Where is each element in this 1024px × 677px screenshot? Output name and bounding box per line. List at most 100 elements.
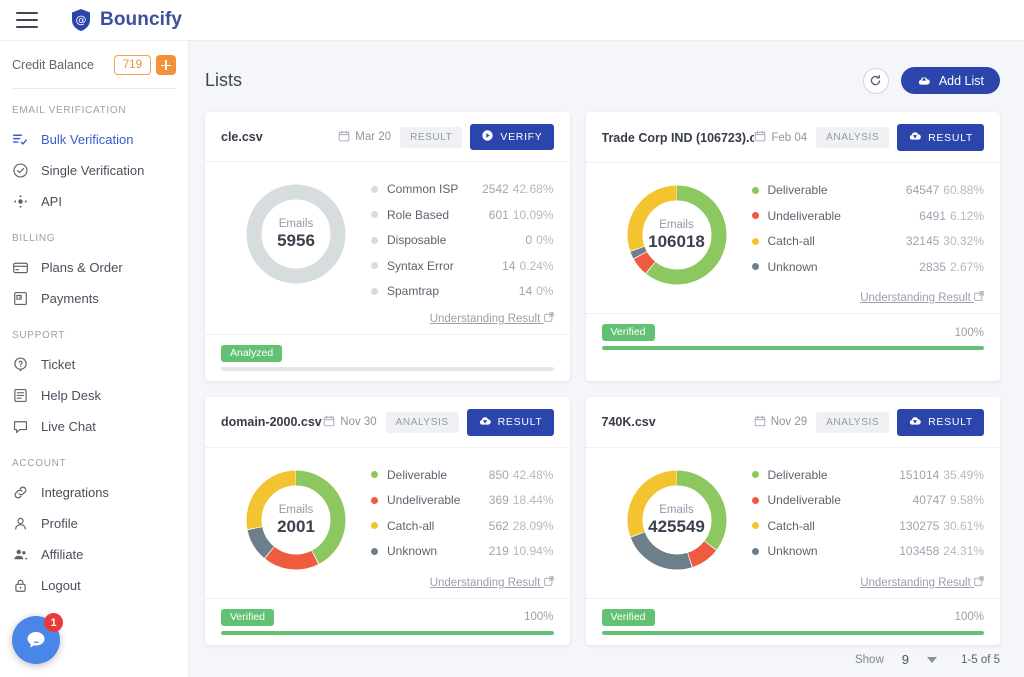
add-list-label: Add List [938, 73, 984, 88]
card-primary-action-label: RESULT [928, 416, 973, 428]
legend-label: Unknown [767, 259, 818, 274]
legend-row: Unknown 2835 2.67% [751, 259, 984, 274]
live-chat-widget-button[interactable]: 1 [12, 613, 63, 664]
legend-color-dot [751, 471, 759, 478]
question-balloon-icon [12, 356, 29, 373]
understanding-result-label: Understanding Result [860, 292, 971, 304]
card-secondary-action[interactable]: ANALYSIS [816, 127, 890, 148]
legend-count: 562 [488, 518, 509, 533]
progress-fill [601, 630, 984, 635]
hamburger-icon[interactable] [16, 12, 38, 28]
card-primary-action[interactable]: RESULT [466, 408, 554, 436]
chevron-down-icon[interactable] [927, 656, 937, 663]
status-badge: Verified [601, 324, 655, 341]
legend-color-dot [371, 547, 378, 555]
understanding-result-link[interactable]: Understanding Result [602, 574, 985, 598]
sidebar-item-logout[interactable]: Logout [0, 570, 188, 601]
card-secondary-action[interactable]: ANALYSIS [385, 411, 459, 433]
legend-color-dot [371, 496, 378, 504]
legend-percent: 42.68% [512, 182, 554, 196]
legend-color-dot [371, 471, 378, 478]
legend-label: Catch-all [387, 518, 435, 533]
understanding-result-link[interactable]: Understanding Result [221, 310, 554, 334]
sidebar-item-label: Integrations [41, 485, 109, 500]
list-card: domain-2000.csv Nov 30 ANALYSIS RESULT Email… [205, 396, 570, 645]
cloud-download-icon [908, 129, 922, 146]
credit-card-icon [12, 259, 29, 276]
card-secondary-action[interactable]: RESULT [400, 126, 463, 148]
legend-count: 2542 [482, 182, 509, 196]
main-content: Lists Add List cle.csv Mar 20 RESULT VERIFY… [189, 41, 1024, 677]
legend-count: 130275 [899, 518, 940, 533]
sidebar-item-api[interactable]: API [0, 186, 188, 217]
progress-track [601, 346, 984, 350]
sidebar-item-integrations[interactable]: Integrations [0, 477, 188, 508]
card-header: cle.csv Mar 20 RESULT VERIFY [221, 124, 554, 161]
external-link-icon [974, 291, 984, 304]
legend-color-dot [751, 237, 759, 245]
donut-chart-wrap: Emails 2001 [221, 462, 371, 574]
progress-percent: 100% [954, 326, 984, 339]
legend-percent: 6.12% [949, 208, 984, 223]
sidebar-item-live-chat[interactable]: Live Chat [0, 411, 188, 442]
card-header: domain-2000.csv Nov 30 ANALYSIS RESULT [221, 408, 554, 447]
progress-header: Analyzed [221, 344, 554, 362]
sidebar-item-profile[interactable]: Profile [0, 508, 188, 539]
understanding-result-label: Understanding Result [860, 576, 971, 589]
card-primary-action-label: RESULT [928, 131, 973, 144]
card-primary-action[interactable]: VERIFY [470, 124, 554, 150]
legend-count: 850 [488, 467, 509, 482]
external-link-icon [543, 311, 554, 325]
sidebar-item-label: Affiliate [41, 547, 84, 562]
understanding-result-link[interactable]: Understanding Result [221, 574, 554, 598]
check-circle-icon [12, 162, 29, 179]
users-icon [12, 546, 29, 563]
refresh-button[interactable] [862, 67, 889, 94]
sidebar-item-payments[interactable]: Payments [0, 283, 188, 314]
page-size-value[interactable]: 9 [902, 652, 909, 667]
sidebar-section-title: ACCOUNT [12, 458, 67, 469]
brand-logo[interactable]: @ Bouncify [70, 8, 182, 32]
sidebar-item-single-verification[interactable]: Single Verification [0, 155, 188, 186]
api-nodes-icon [12, 193, 29, 210]
sidebar-item-affiliate[interactable]: Affiliate [0, 539, 188, 570]
play-icon [481, 129, 494, 145]
progress-fill [601, 346, 984, 350]
legend-color-dot [751, 522, 759, 529]
card-progress: Verified 100% [221, 599, 554, 635]
legend-label: Deliverable [767, 467, 828, 482]
legend-label: Undeliverable [767, 493, 841, 507]
legend-count: 6491 [919, 208, 946, 223]
add-credit-button[interactable] [156, 55, 176, 75]
legend-row: Catch-all 130275 30.61% [751, 518, 984, 533]
legend-label: Syntax Error [387, 258, 454, 273]
payment-doc-icon [12, 290, 29, 307]
card-date-label: Nov 29 [770, 416, 808, 428]
svg-text:@: @ [76, 14, 87, 27]
progress-percent: 100% [524, 611, 554, 623]
donut-chart-wrap: Emails 425549 [602, 462, 752, 574]
sidebar-item-bulk-verification[interactable]: Bulk Verification [0, 124, 188, 155]
legend-label: Role Based [387, 207, 450, 222]
list-card: 740K.csv Nov 29 ANALYSIS RESULT Emails 425549… [585, 396, 1000, 645]
sidebar-item-plans-order[interactable]: Plans & Order [0, 252, 188, 283]
legend-row: Syntax Error 14 0.24% [371, 259, 554, 273]
sidebar-item-label: Live Chat [41, 419, 96, 434]
legend-color-dot [751, 547, 759, 555]
understanding-result-link[interactable]: Understanding Result [602, 289, 985, 313]
legend-row: Deliverable 64547 60.88% [751, 183, 984, 197]
add-list-button[interactable]: Add List [900, 67, 1000, 94]
card-secondary-action[interactable]: ANALYSIS [816, 411, 890, 433]
legend-percent: 0% [536, 233, 554, 247]
legend-count: 64547 [905, 183, 940, 197]
legend-row: Unknown 103458 24.31% [751, 544, 984, 558]
sidebar-item-ticket[interactable]: Ticket [0, 349, 188, 380]
legend-percent: 18.44% [512, 493, 554, 507]
sidebar-item-help-desk[interactable]: Help Desk [0, 380, 188, 411]
progress-track [601, 630, 984, 635]
card-primary-action[interactable]: RESULT [897, 408, 984, 436]
legend-label: Deliverable [387, 467, 448, 482]
sidebar-item-label: Plans & Order [41, 260, 123, 275]
card-primary-action[interactable]: RESULT [897, 124, 984, 151]
link-icon [12, 484, 29, 501]
